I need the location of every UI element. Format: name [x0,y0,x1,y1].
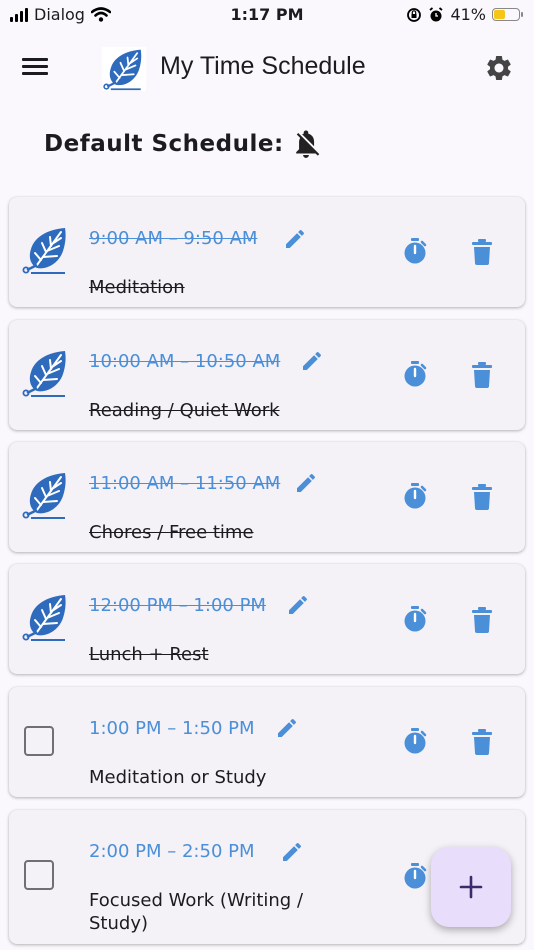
item-checkbox[interactable] [24,726,54,756]
time-range[interactable]: 9:00 AM – 9:50 AM [89,228,257,249]
bell-off-icon [296,130,320,158]
time-range[interactable]: 2:00 PM – 2:50 PM [89,841,255,862]
add-item-button[interactable] [431,847,511,927]
item-checkbox[interactable] [24,860,54,890]
menu-button[interactable] [22,54,58,84]
item-name: Focused Work (Writing / Study) [89,890,304,934]
leaf-icon[interactable] [21,470,71,520]
pencil-icon[interactable] [294,471,318,495]
schedule-item: 9:00 AM – 9:50 AM Meditation [9,197,525,307]
schedule-item: 10:00 AM – 10:50 AM Reading / Quiet Work [9,320,525,430]
time-range[interactable]: 11:00 AM – 11:50 AM [89,473,280,494]
schedule-item: 12:00 PM – 1:00 PM Lunch + Rest [9,564,525,674]
time-range[interactable]: 10:00 AM – 10:50 AM [89,351,280,372]
battery-fill [494,10,505,19]
leaf-icon[interactable] [21,225,71,275]
trash-icon[interactable] [471,484,493,510]
app-title: My Time Schedule [160,52,366,80]
timer-icon[interactable] [402,237,428,265]
leaf-icon[interactable] [21,348,71,398]
time-range[interactable]: 1:00 PM – 1:50 PM [89,718,255,739]
default-schedule-row: Default Schedule: [44,126,320,162]
trash-icon[interactable] [471,729,493,755]
pencil-icon[interactable] [283,227,307,251]
pencil-icon[interactable] [286,593,310,617]
pencil-icon[interactable] [275,716,299,740]
pencil-icon[interactable] [300,349,324,373]
time-range[interactable]: 12:00 PM – 1:00 PM [89,595,266,616]
item-name: Reading / Quiet Work [89,400,280,421]
timer-icon[interactable] [402,360,428,388]
timer-icon[interactable] [402,727,428,755]
trash-icon[interactable] [471,239,493,265]
item-name: Meditation or Study [89,767,267,788]
alarm-icon [429,6,443,21]
leaf-icon[interactable] [21,592,71,642]
battery-percent: 41% [450,5,486,24]
app-bar: My Time Schedule [0,40,534,98]
trash-icon[interactable] [471,362,493,388]
notifications-toggle[interactable] [292,129,320,159]
status-right: 41% [406,5,523,24]
schedule-item: 11:00 AM – 11:50 AM Chores / Free time [9,442,525,552]
trash-icon[interactable] [471,607,493,633]
plus-icon [459,875,483,899]
app-logo [102,47,146,91]
battery-icon [492,8,523,21]
status-bar: Dialog 1:17 PM 41% [0,0,534,30]
timer-icon[interactable] [402,862,428,890]
gear-icon [487,55,511,80]
settings-button[interactable] [484,53,514,83]
default-schedule-label: Default Schedule: [44,131,284,157]
timer-icon[interactable] [402,482,428,510]
timer-icon[interactable] [402,605,428,633]
item-name: Chores / Free time [89,522,254,543]
item-name: Lunch + Rest [89,644,209,665]
schedule-item: 1:00 PM – 1:50 PM Meditation or Study [9,687,525,797]
rotation-lock-icon [407,7,422,22]
pencil-icon[interactable] [280,840,304,864]
item-name: Meditation [89,277,185,298]
